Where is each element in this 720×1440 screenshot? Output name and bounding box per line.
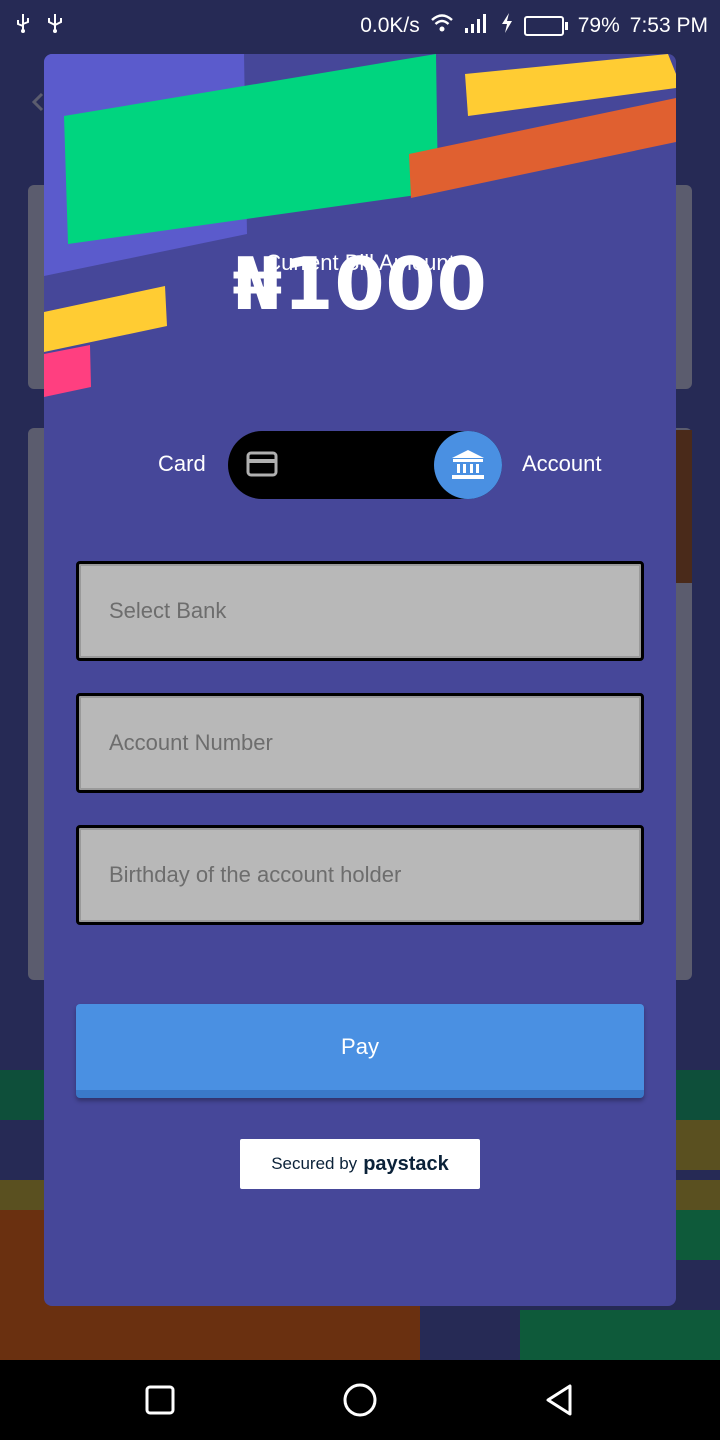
usb-icon bbox=[44, 12, 66, 40]
back-icon[interactable] bbox=[540, 1380, 580, 1420]
payment-dialog: Current Bill Amount ₦1000 Card Account S… bbox=[44, 54, 676, 1306]
bill-amount: ₦1000 bbox=[232, 242, 488, 326]
usb-icon bbox=[12, 12, 34, 40]
recents-icon[interactable] bbox=[140, 1380, 180, 1420]
select-bank-field[interactable]: Select Bank bbox=[76, 561, 644, 661]
home-icon[interactable] bbox=[340, 1380, 380, 1420]
toggle-knob[interactable] bbox=[434, 431, 502, 499]
status-bar: 0.0K/s 79% 7:53 PM bbox=[0, 0, 720, 50]
credit-card-icon[interactable] bbox=[246, 451, 278, 482]
battery-percent: 79% bbox=[577, 14, 620, 37]
wifi-icon bbox=[430, 12, 454, 40]
toggle-label-card[interactable]: Card bbox=[158, 451, 206, 477]
toggle-label-account[interactable]: Account bbox=[522, 451, 602, 477]
header-decoration bbox=[44, 54, 676, 397]
secured-by-text: Secured by bbox=[271, 1154, 358, 1173]
signal-icon bbox=[464, 12, 490, 40]
clock: 7:53 PM bbox=[629, 14, 708, 37]
navigation-bar bbox=[0, 1360, 720, 1440]
paystack-logo: paystack bbox=[363, 1152, 449, 1175]
charging-icon bbox=[500, 12, 514, 40]
battery-icon bbox=[523, 16, 568, 36]
secured-by-badge: Secured by paystack bbox=[240, 1139, 480, 1189]
birthday-field[interactable]: Birthday of the account holder bbox=[76, 825, 644, 925]
toggle-switch[interactable] bbox=[228, 431, 502, 499]
bank-icon bbox=[452, 450, 484, 479]
payment-method-toggle: Card Account bbox=[44, 431, 676, 499]
status-right: 0.0K/s 79% 7:53 PM bbox=[360, 12, 708, 40]
account-number-field[interactable]: Account Number bbox=[76, 693, 644, 793]
network-speed: 0.0K/s bbox=[360, 14, 420, 37]
status-left bbox=[12, 12, 66, 40]
pay-button[interactable]: Pay bbox=[76, 1004, 644, 1098]
